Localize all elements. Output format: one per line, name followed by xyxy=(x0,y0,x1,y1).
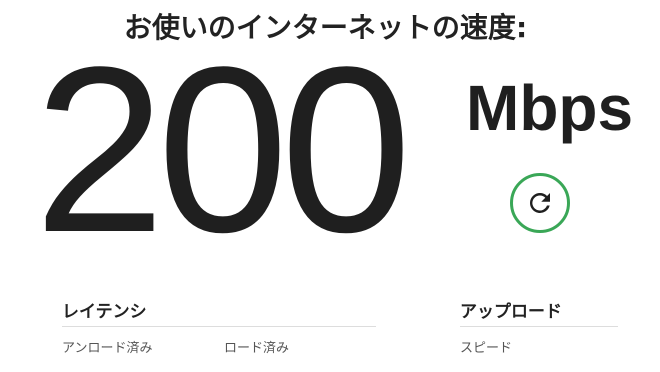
upload-divider xyxy=(460,326,618,327)
speed-unit: Mbps xyxy=(466,72,634,144)
latency-divider xyxy=(62,326,376,327)
speed-value: 200 xyxy=(34,18,412,282)
upload-speed-label: スピード xyxy=(460,341,513,356)
upload-title: アップロード xyxy=(460,302,562,322)
latency-unloaded-label: アンロード済み xyxy=(62,341,153,356)
refresh-icon xyxy=(530,193,550,213)
latency-loaded-label: ロード済み xyxy=(224,341,290,356)
refresh-button[interactable] xyxy=(510,173,570,233)
latency-title: レイテンシ xyxy=(62,302,147,322)
